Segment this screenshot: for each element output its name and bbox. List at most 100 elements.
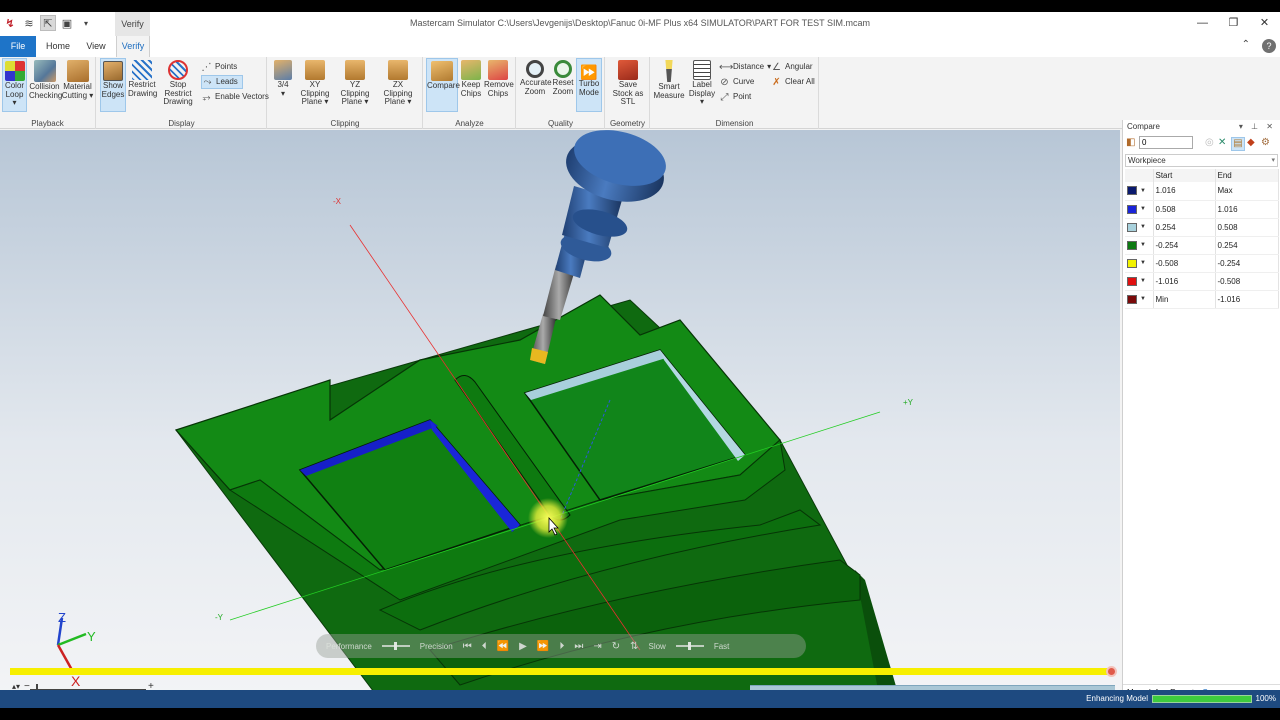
leads-toggle[interactable]: ⤳ Leads — [201, 75, 243, 89]
compare-row[interactable]: ▼ Min -1.016 — [1125, 290, 1279, 309]
color-swatch[interactable] — [1127, 204, 1137, 214]
enable-vectors-toggle[interactable]: ⥅ Enable Vectors — [201, 90, 269, 104]
speed-slider[interactable] — [675, 642, 704, 650]
color-loop-button[interactable]: Color Loop ▾ — [2, 58, 27, 112]
skip-to-end-icon[interactable]: ⏭ — [574, 641, 583, 652]
start-value[interactable]: 0.254 — [1153, 218, 1216, 237]
start-value[interactable]: Min — [1153, 290, 1216, 309]
point-button[interactable]: ⤢ Point — [719, 90, 752, 104]
help-icon[interactable]: ? — [1262, 39, 1276, 53]
fast-forward-icon[interactable]: ⏩ — [537, 641, 549, 652]
color-swatch[interactable] — [1127, 240, 1137, 250]
clear-icon[interactable]: ✕ — [1218, 137, 1226, 149]
color-swatch[interactable] — [1127, 222, 1137, 232]
collapse-ribbon-icon[interactable]: ⌃ — [1242, 39, 1250, 53]
qat-dropdown-icon[interactable]: ▾ — [78, 15, 94, 31]
color-cell[interactable]: ▼ — [1125, 236, 1154, 255]
material-cutting-button[interactable]: Material Cutting ▾ — [61, 58, 94, 112]
tab-verify[interactable]: Verify — [116, 36, 150, 57]
tab-view[interactable]: View — [82, 36, 110, 57]
timeline-handle[interactable] — [1106, 666, 1117, 677]
play-icon[interactable]: ▶ — [519, 641, 527, 652]
start-value[interactable]: -1.016 — [1153, 272, 1216, 291]
show-edges-button[interactable]: Show Edges — [100, 58, 126, 112]
color-swatch[interactable] — [1127, 276, 1137, 286]
angular-button[interactable]: ∠ Angular — [771, 60, 813, 74]
color-dropdown-icon[interactable]: ▼ — [1140, 260, 1146, 266]
end-value[interactable]: -0.254 — [1215, 254, 1279, 273]
settings-icon[interactable]: ⚙ — [1261, 137, 1270, 149]
points-toggle[interactable]: ⋰ Points — [201, 60, 238, 74]
color-cell[interactable]: ▼ — [1125, 290, 1154, 309]
restore-icon[interactable]: ❐ — [1218, 12, 1249, 36]
save-stock-stl-button[interactable]: Save Stock as STL — [608, 58, 648, 112]
stack-icon[interactable]: ≋ — [21, 15, 37, 31]
color-cell[interactable]: ▼ — [1125, 200, 1154, 219]
color-dropdown-icon[interactable]: ▼ — [1140, 296, 1146, 302]
simulation-scene[interactable]: -X +Y -Y Z Y X — [0, 130, 1120, 700]
compare-tool-icon[interactable]: ◧ — [1126, 137, 1135, 149]
xy-clipping-plane-button[interactable]: XY Clipping Plane ▾ — [296, 58, 334, 112]
color-stock-icon[interactable]: ◆ — [1247, 137, 1255, 149]
compare-row[interactable]: ▼ 1.016 Max — [1125, 182, 1279, 201]
color-dropdown-icon[interactable]: ▼ — [1140, 188, 1146, 194]
color-dropdown-icon[interactable]: ▼ — [1140, 278, 1146, 284]
tab-file[interactable]: File — [0, 36, 36, 57]
color-dropdown-icon[interactable]: ▼ — [1140, 224, 1146, 230]
color-swatch[interactable] — [1127, 258, 1137, 268]
target-icon[interactable]: ◎ — [1205, 137, 1214, 149]
keep-chips-button[interactable]: Keep Chips — [460, 58, 482, 112]
skip-to-start-icon[interactable]: ⏮ — [463, 641, 472, 652]
collision-checking-button[interactable]: Collision Checking — [29, 58, 62, 112]
smart-measure-button[interactable]: Smart Measure — [653, 58, 685, 112]
end-value[interactable]: -1.016 — [1215, 290, 1279, 309]
compare-row[interactable]: ▼ 0.254 0.508 — [1125, 218, 1279, 237]
color-cell[interactable]: ▼ — [1125, 272, 1154, 291]
compare-row[interactable]: ▼ -1.016 -0.508 — [1125, 272, 1279, 291]
step-forward-icon[interactable]: ⏵ — [559, 641, 564, 652]
step-back-icon[interactable]: ⏴ — [482, 641, 487, 652]
start-value[interactable]: -0.508 — [1153, 254, 1216, 273]
simulation-timeline[interactable] — [10, 668, 1114, 675]
compare-value-input[interactable] — [1139, 136, 1193, 149]
start-value[interactable]: 0.508 — [1153, 200, 1216, 219]
color-cell[interactable]: ▼ — [1125, 182, 1154, 201]
yz-clipping-plane-button[interactable]: YZ Clipping Plane ▾ — [336, 58, 374, 112]
clear-all-button[interactable]: ✗ Clear All — [771, 75, 815, 89]
color-dropdown-icon[interactable]: ▼ — [1140, 206, 1146, 212]
quality-slider[interactable] — [381, 642, 410, 650]
reset-zoom-button[interactable]: Reset Zoom — [552, 58, 574, 112]
cursor-icon[interactable]: ⇱ — [40, 15, 56, 31]
rewind-icon[interactable]: ⏪ — [497, 641, 509, 652]
label-display-button[interactable]: Label Display ▾ — [687, 58, 717, 112]
accurate-zoom-button[interactable]: Accurate Zoom — [520, 58, 552, 112]
start-value[interactable]: 1.016 — [1153, 182, 1216, 201]
end-value[interactable]: -0.508 — [1215, 272, 1279, 291]
color-swatch[interactable] — [1127, 294, 1137, 304]
stop-condition-icon[interactable]: ⇥ — [593, 641, 601, 652]
compare-target-select[interactable]: Workpiece — [1125, 154, 1278, 167]
stock-icon[interactable]: ▤ — [1231, 137, 1245, 151]
restrict-drawing-button[interactable]: Restrict Drawing — [128, 58, 157, 112]
turbo-mode-button[interactable]: ⏩ Turbo Mode — [576, 58, 602, 112]
remove-chips-button[interactable]: Remove Chips — [484, 58, 514, 112]
close-icon[interactable]: ✕ — [1249, 12, 1280, 36]
color-cell[interactable]: ▼ — [1125, 254, 1154, 273]
curve-button[interactable]: ⊘ Curve — [719, 75, 754, 89]
color-dropdown-icon[interactable]: ▼ — [1140, 242, 1146, 248]
end-value[interactable]: Max — [1215, 182, 1279, 201]
compare-button[interactable]: Compare — [426, 58, 460, 112]
distance-button[interactable]: ⟷ Distance ▾ — [719, 60, 771, 74]
tab-home[interactable]: Home — [44, 36, 72, 57]
stop-restrict-drawing-button[interactable]: Stop Restrict Drawing — [157, 58, 199, 112]
compare-row[interactable]: ▼ -0.254 0.254 — [1125, 236, 1279, 255]
loop-icon[interactable]: ↻ — [612, 641, 620, 652]
end-value[interactable]: 0.254 — [1215, 236, 1279, 255]
start-value[interactable]: -0.254 — [1153, 236, 1216, 255]
end-value[interactable]: 0.508 — [1215, 218, 1279, 237]
three-quarter-button[interactable]: 3/4 ▾ — [272, 58, 294, 112]
compare-row[interactable]: ▼ -0.508 -0.254 — [1125, 254, 1279, 273]
zx-clipping-plane-button[interactable]: ZX Clipping Plane ▾ — [378, 58, 418, 112]
end-value[interactable]: 1.016 — [1215, 200, 1279, 219]
simulation-viewport[interactable]: -X +Y -Y Z Y X Performance Precision ⏮ ⏴… — [0, 130, 1120, 700]
